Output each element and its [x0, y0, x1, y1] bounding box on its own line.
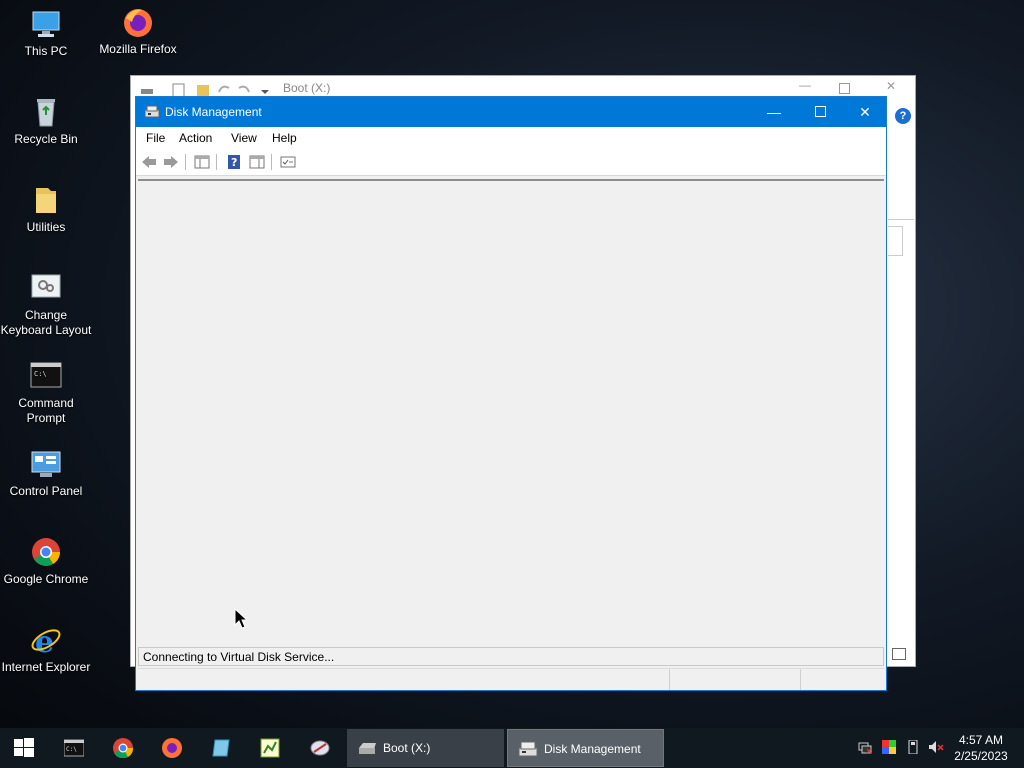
desktop-icon-label: Change Keyboard Layout: [0, 308, 92, 337]
desktop-icon-label: This PC: [24, 44, 68, 58]
desktop-icon-control-panel[interactable]: Control Panel: [0, 448, 92, 499]
recycle-bin-icon: [30, 96, 62, 128]
task-label: Boot (X:): [383, 741, 431, 755]
svg-text:?: ?: [231, 156, 237, 169]
minimize-button[interactable]: —: [751, 97, 797, 127]
title-bar[interactable]: Disk Management — ✕: [136, 97, 886, 127]
maximize-button[interactable]: [839, 83, 850, 94]
taskbar-google-chrome[interactable]: [99, 728, 147, 768]
toolbar-separator: [271, 154, 272, 170]
menu-bar: File Action View Help: [136, 127, 886, 149]
desktop-icon-label: Google Chrome: [3, 572, 89, 586]
help-icon[interactable]: ?: [895, 108, 911, 124]
clock-date: 2/25/2023: [954, 749, 1008, 763]
status-bar: [138, 668, 884, 690]
view-toggle-icon[interactable]: [892, 648, 906, 660]
status-text: Connecting to Virtual Disk Service...: [143, 650, 335, 664]
desktop-icon-label: Utilities: [26, 220, 66, 234]
desktop-icon-internet-explorer[interactable]: e Internet Explorer: [0, 624, 92, 675]
chrome-icon: [113, 738, 134, 759]
desktop-icon-google-chrome[interactable]: Google Chrome: [0, 536, 92, 587]
internet-explorer-icon: e: [30, 624, 62, 660]
folder-icon: [30, 184, 62, 216]
status-bar-cell: [800, 669, 803, 690]
start-button[interactable]: [0, 728, 48, 768]
svg-text:C:\: C:\: [66, 746, 77, 753]
computer-icon: [30, 8, 62, 40]
desktop-icon-recycle-bin[interactable]: Recycle Bin: [0, 96, 92, 147]
menu-view[interactable]: View: [231, 131, 257, 145]
taskbar-app-blue[interactable]: [197, 728, 245, 768]
chrome-icon: [30, 536, 62, 568]
taskbar-task-boot[interactable]: Boot (X:): [347, 729, 504, 767]
desktop-icon-label: Mozilla Firefox: [99, 42, 177, 56]
settings-window-icon: [30, 272, 62, 304]
ribbon-divider: [888, 219, 914, 220]
taskbar-firefox[interactable]: [148, 728, 196, 768]
forward-arrow-icon[interactable]: [163, 154, 179, 170]
show-hide-action-pane-icon[interactable]: [249, 154, 265, 170]
command-prompt-icon: C:\: [30, 360, 62, 392]
mouse-cursor: [234, 608, 248, 629]
menu-file[interactable]: File: [146, 131, 165, 145]
svg-text:C:\: C:\: [34, 370, 47, 378]
display-icon[interactable]: [882, 740, 896, 754]
clock-time: 4:57 AM: [958, 733, 1004, 747]
status-bar-cell: [669, 669, 800, 690]
firefox-icon: [122, 6, 154, 38]
usb-icon[interactable]: [906, 739, 920, 755]
toolbar: ?: [136, 149, 886, 176]
desktop-icon-this-pc[interactable]: This PC: [0, 8, 92, 59]
close-button[interactable]: ✕: [883, 79, 899, 95]
taskbar-task-disk-management[interactable]: Disk Management: [507, 729, 664, 767]
desktop-icon-utilities[interactable]: Utilities: [0, 184, 92, 235]
desktop-icon-label: Command Prompt: [18, 396, 74, 425]
desktop-icon-firefox[interactable]: Mozilla Firefox: [92, 6, 184, 57]
taskbar-app-green[interactable]: [246, 728, 294, 768]
taskbar-command-prompt[interactable]: C:\: [50, 728, 98, 768]
tool-icon: [310, 738, 330, 758]
toolbar-separator: [185, 154, 186, 170]
drive-icon: [357, 740, 377, 756]
properties-icon[interactable]: [280, 154, 296, 170]
toolbar-separator: [216, 154, 217, 170]
desktop-icon-label: Recycle Bin: [14, 132, 78, 146]
status-message: Connecting to Virtual Disk Service...: [138, 647, 884, 666]
menu-action[interactable]: Action: [179, 131, 212, 145]
show-hide-console-tree-icon[interactable]: [194, 154, 210, 170]
taskbar-app-tool[interactable]: [296, 728, 344, 768]
menu-help[interactable]: Help: [272, 131, 297, 145]
volume-muted-icon[interactable]: [928, 740, 944, 754]
desktop-icon-label: Control Panel: [9, 484, 83, 498]
help-icon[interactable]: ?: [226, 154, 242, 170]
desktop-icon-change-keyboard-layout[interactable]: Change Keyboard Layout: [0, 272, 92, 338]
disk-management-icon: [518, 741, 538, 757]
notebook-icon: [211, 738, 231, 758]
maximize-button[interactable]: [797, 97, 843, 127]
disk-management-icon: [144, 105, 160, 118]
desktop-icon-label: Internet Explorer: [1, 660, 91, 674]
maximize-icon: [815, 106, 826, 117]
desktop-icon-command-prompt[interactable]: C:\ Command Prompt: [0, 360, 92, 426]
network-icon[interactable]: [858, 740, 872, 754]
explorer-window-title: Boot (X:): [283, 81, 331, 95]
back-arrow-icon[interactable]: [141, 154, 157, 170]
spreadsheet-icon: [260, 738, 280, 758]
windows-logo-icon: [14, 738, 34, 758]
system-clock[interactable]: 4:57 AM 2/25/2023: [952, 732, 1010, 764]
control-panel-icon: [30, 448, 62, 480]
search-box-edge[interactable]: [888, 226, 903, 256]
firefox-icon: [162, 738, 182, 758]
command-prompt-icon: C:\: [63, 738, 85, 758]
task-label: Disk Management: [544, 742, 641, 756]
close-button[interactable]: ✕: [842, 97, 888, 127]
window-title: Disk Management: [165, 105, 262, 119]
main-content-pane: [138, 179, 884, 647]
minimize-button[interactable]: —: [795, 78, 815, 98]
taskbar: C:\ Boot (X:) Disk Management 4:57 AM 2/…: [0, 728, 1024, 768]
disk-management-window[interactable]: Disk Management — ✕ File Action View Hel…: [135, 96, 887, 691]
